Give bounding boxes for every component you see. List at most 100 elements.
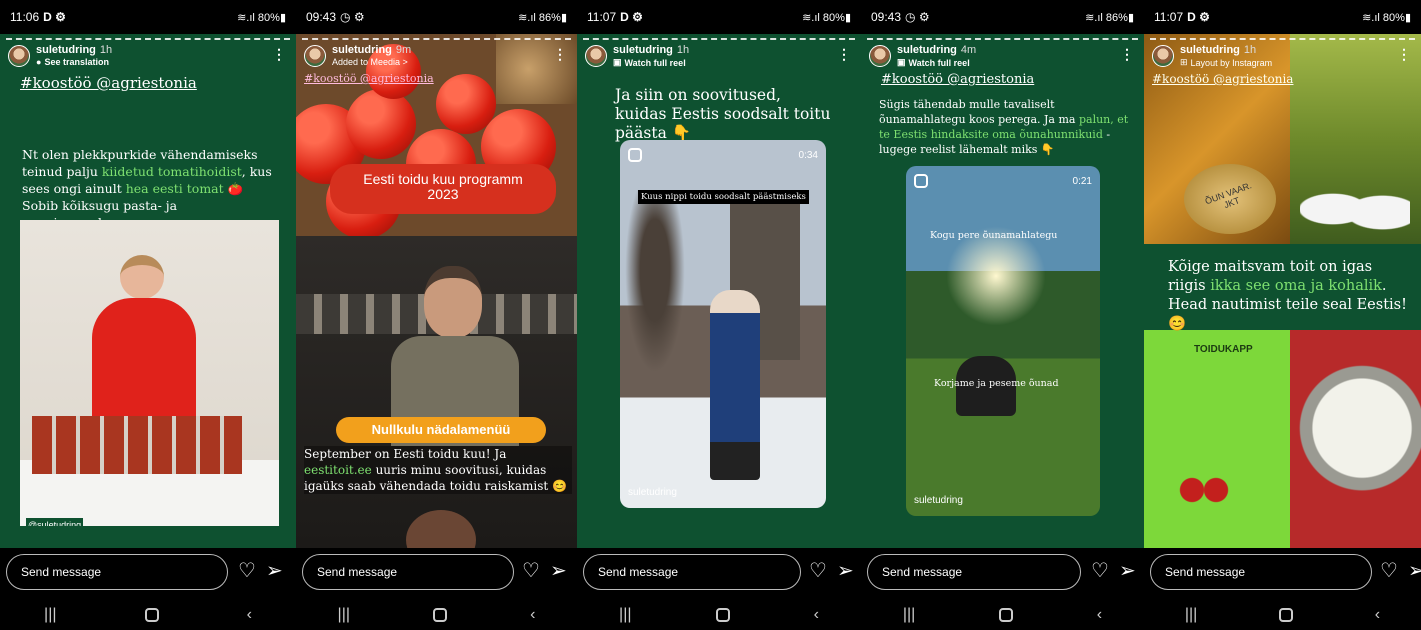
hashtag-mention[interactable]: #koostöö @agriestonia	[20, 74, 197, 92]
menu-label: Nullkulu nädalamenüü	[336, 417, 546, 443]
send-icon[interactable]: ➢	[837, 560, 854, 582]
watch-full-reel-link[interactable]: ▣ Watch full reel	[613, 57, 689, 68]
story-header[interactable]: suletudring 1h ● See translation	[8, 44, 112, 67]
layout-by-instagram-link[interactable]: ⊞ Layout by Instagram	[1180, 57, 1272, 68]
sun-glow	[946, 226, 1046, 326]
recent-apps-icon[interactable]: |||	[338, 606, 350, 624]
home-icon[interactable]	[715, 608, 730, 622]
back-icon[interactable]: ‹	[814, 606, 819, 624]
username[interactable]: suletudring	[1180, 44, 1240, 56]
woman-figure	[120, 255, 164, 299]
more-options-icon[interactable]: ⋮	[1397, 46, 1411, 63]
heart-icon[interactable]: ♡	[1091, 560, 1109, 582]
send-icon[interactable]: ➢	[266, 560, 283, 582]
video-watermark: suletudring	[628, 487, 677, 498]
send-icon[interactable]: ➢	[1408, 560, 1421, 582]
text-highlight: ikka see oma ja kohalik	[1210, 278, 1382, 294]
story-content[interactable]: suletudring 4m ▣ Watch full reel ⋮ #koostö…	[861, 34, 1144, 548]
watch-full-reel-link[interactable]: ▣ Watch full reel	[897, 57, 976, 68]
status-time: 09:43	[306, 10, 337, 24]
story-header[interactable]: suletudring 1h ⊞ Layout by Instagram	[1152, 44, 1272, 68]
subtitle-label: Watch full reel	[908, 57, 970, 68]
text-highlight: hea eesti tomat	[125, 181, 224, 196]
recent-apps-icon[interactable]: |||	[44, 606, 56, 624]
home-icon[interactable]	[1279, 608, 1294, 622]
hashtag-mention[interactable]: #koostöö @agriestonia	[881, 72, 1034, 87]
more-options-icon[interactable]: ⋮	[272, 46, 286, 63]
username[interactable]: suletudring	[36, 44, 96, 56]
reply-bar: Send message ♡ ➢ ||| ‹	[861, 548, 1144, 630]
heart-icon[interactable]: ♡	[1380, 560, 1398, 582]
heart-icon[interactable]: ♡	[522, 560, 540, 582]
story-panel-3: 11:07 D ⚙ ≋.ıl 80%▮ suletudring 1h ▣ Watch…	[577, 0, 861, 630]
home-icon[interactable]	[433, 608, 448, 622]
username[interactable]: suletudring	[332, 44, 392, 56]
send-message-input[interactable]: Send message	[6, 554, 228, 590]
reel-preview[interactable]: 0:21 Kogu pere õunamahlategu Korjame ja …	[906, 166, 1100, 516]
locker-photo: TOIDUKAPP	[1144, 330, 1290, 548]
send-icon[interactable]: ➢	[1119, 560, 1136, 582]
text-part: Sügis tähendab mulle tavaliselt õunamahl…	[879, 98, 1079, 126]
home-icon[interactable]	[144, 608, 159, 622]
heart-icon[interactable]: ♡	[238, 560, 256, 582]
story-header[interactable]: suletudring 9m Added to Meedia >	[304, 44, 411, 67]
story-text: Kõige maitsvam toit on igas riigis ikka …	[1144, 244, 1421, 332]
hashtag-mention[interactable]: #koostöö @agriestonia	[1152, 72, 1293, 86]
story-photo: @suletudring	[20, 220, 279, 526]
avatar[interactable]	[869, 45, 891, 67]
status-signal-battery: ≋.ıl 86%▮	[518, 11, 567, 24]
back-icon[interactable]: ‹	[1097, 606, 1102, 624]
story-panel-2: 09:43 ◷ ⚙ ≋.ıl 86%▮ suletudring 9m Added …	[296, 0, 577, 630]
story-content[interactable]: suletudring 9m Added to Meedia > ⋮ #koost…	[296, 34, 577, 548]
back-icon[interactable]: ‹	[247, 606, 252, 624]
more-options-icon[interactable]: ⋮	[553, 46, 567, 63]
story-header[interactable]: suletudring 4m ▣ Watch full reel	[869, 44, 976, 68]
story-content[interactable]: ÕUN VAAR. JKT TOIDUKAPP suletudring 1h ⊞ L…	[1144, 34, 1421, 548]
avatar[interactable]	[8, 44, 30, 67]
recent-apps-icon[interactable]: |||	[903, 606, 915, 624]
story-content[interactable]: suletudring 1h ● See translation ⋮ #koostö…	[0, 34, 296, 548]
hashtag-mention[interactable]: #koostöö @agriestonia	[304, 72, 434, 85]
status-icons: ◷ ⚙	[340, 10, 365, 24]
recent-apps-icon[interactable]: |||	[1185, 606, 1197, 624]
back-icon[interactable]: ‹	[530, 606, 535, 624]
avatar[interactable]	[585, 45, 607, 67]
heart-icon[interactable]: ♡	[809, 560, 827, 582]
story-content[interactable]: suletudring 1h ▣ Watch full reel ⋮ Ja siin…	[577, 34, 861, 548]
android-nav-bar: ||| ‹	[296, 600, 577, 630]
status-signal-battery: ≋.ıl 80%▮	[237, 11, 286, 24]
send-message-input[interactable]: Send message	[302, 554, 514, 590]
story-header[interactable]: suletudring 1h ▣ Watch full reel	[585, 44, 689, 68]
status-bar: 09:43 ◷ ⚙ ≋.ıl 86%▮	[296, 0, 577, 34]
story-progress-bar	[583, 38, 855, 40]
send-icon[interactable]: ➢	[550, 560, 567, 582]
see-translation-link[interactable]: ● See translation	[36, 57, 112, 67]
back-icon[interactable]: ‹	[1375, 606, 1380, 624]
send-message-input[interactable]: Send message	[1150, 554, 1372, 590]
tree-photo	[1290, 34, 1421, 244]
reel-preview[interactable]: 0:34 Kuus nippi toidu soodsalt päästmise…	[620, 140, 826, 508]
story-progress-bar	[867, 38, 1138, 40]
chef-photo	[296, 236, 577, 548]
time-ago: 1h	[676, 44, 690, 56]
avatar[interactable]	[1152, 45, 1174, 67]
story-headline: Ja siin on soovitused, kuidas Eestis soo…	[615, 86, 831, 142]
more-options-icon[interactable]: ⋮	[837, 46, 851, 63]
more-options-icon[interactable]: ⋮	[1120, 46, 1134, 63]
username[interactable]: suletudring	[613, 44, 673, 56]
send-message-input[interactable]: Send message	[867, 554, 1081, 590]
send-message-input[interactable]: Send message	[583, 554, 801, 590]
android-nav-bar: ||| ‹	[0, 600, 296, 630]
video-caption-2: Korjame ja peseme õunad	[934, 378, 1059, 389]
text-link[interactable]: eestitoit.ee	[304, 463, 372, 477]
home-icon[interactable]	[999, 608, 1014, 622]
username[interactable]: suletudring	[897, 44, 957, 56]
time-ago: 1h	[99, 44, 113, 56]
recent-apps-icon[interactable]: |||	[619, 606, 631, 624]
status-icons: D ⚙	[1187, 10, 1210, 24]
avatar[interactable]	[304, 44, 326, 67]
added-to-highlight-link[interactable]: Added to Meedia >	[332, 57, 411, 67]
subtitle-label: Layout by Instagram	[1190, 57, 1273, 68]
video-watermark: suletudring	[914, 495, 963, 506]
android-nav-bar: ||| ‹	[577, 600, 861, 630]
